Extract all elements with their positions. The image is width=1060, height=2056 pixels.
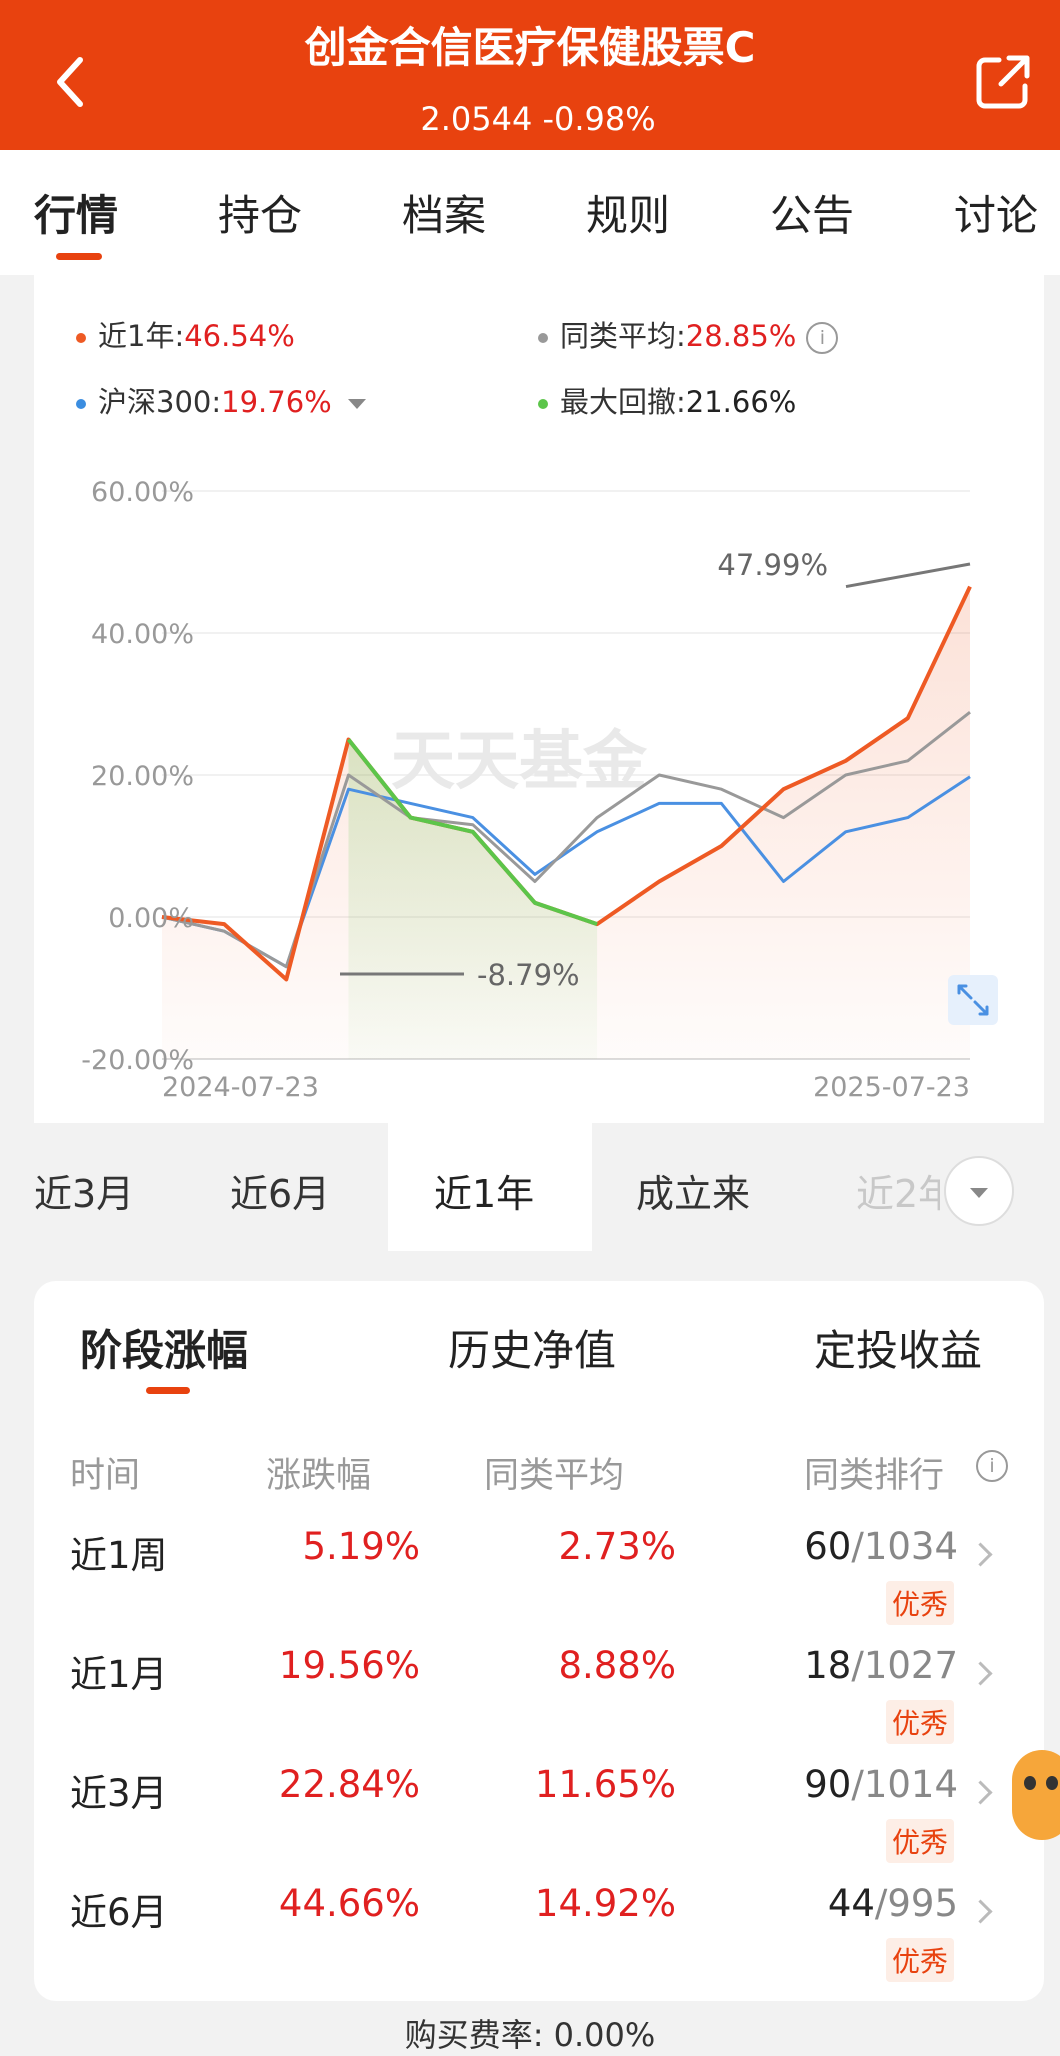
row2-avg: 8.88% <box>558 1644 676 1687</box>
row2-badge: 优秀 <box>886 1700 955 1744</box>
chevron-right-icon <box>968 1780 993 1805</box>
fullscreen-button[interactable] <box>948 975 998 1025</box>
chevron-right-icon <box>968 1899 993 1924</box>
x-tick-label: 2025-07-23 <box>813 1072 970 1103</box>
chevron-right-icon <box>968 1661 993 1686</box>
purchase-fee: 购买费率: 0.00% <box>404 2016 656 2054</box>
max-annotation-line <box>845 562 971 589</box>
row3-change: 22.84% <box>278 1763 420 1806</box>
row3-rank-total: /1014 <box>851 1763 958 1806</box>
main-tabbar: 行情 持仓 档案 规则 公告 讨论 <box>0 150 1060 275</box>
row4-period: 近6月 <box>70 1891 168 1934</box>
tab-discussion[interactable]: 讨论 <box>954 182 1038 243</box>
row4-rank-value: 44 <box>827 1882 875 1925</box>
row1-change: 5.19% <box>302 1525 420 1568</box>
tab-sip-return[interactable]: 定投收益 <box>814 1317 982 1378</box>
tab-period-return[interactable]: 阶段涨幅 <box>80 1317 248 1378</box>
row1-rank[interactable]: 60/1034 <box>804 1525 958 1568</box>
period-more-button[interactable] <box>944 1156 1014 1226</box>
row2-rank[interactable]: 18/1027 <box>804 1644 958 1687</box>
header-peer-rank: 同类排行 <box>804 1456 945 1496</box>
row2-rank-total: /1027 <box>851 1644 958 1687</box>
share-button[interactable] <box>975 54 1031 110</box>
chart-card: 近1年:46.54% 同类平均:28.85% i 沪深300:19.76% 最大回… <box>34 275 1044 1123</box>
mascot-float-icon[interactable] <box>1012 1750 1060 1840</box>
row1-period: 近1周 <box>70 1534 168 1577</box>
row4-rank-total: /995 <box>874 1882 958 1925</box>
tab-nav-history[interactable]: 历史净值 <box>448 1317 616 1378</box>
row1-rank-value: 60 <box>804 1525 852 1568</box>
chevron-down-icon <box>970 1188 988 1198</box>
min-annotation-label: -8.79% <box>477 958 580 992</box>
y-tick-label: 0.00% <box>108 903 194 934</box>
tab-rules[interactable]: 规则 <box>586 182 670 243</box>
mascot-eye <box>1024 1776 1036 1790</box>
period-3m[interactable]: 近3月 <box>34 1163 134 1218</box>
row4-badge: 优秀 <box>886 1938 955 1982</box>
row3-rank-value: 90 <box>804 1763 852 1806</box>
app-header: 创金合信医疗保健股票C 2.0544 -0.98% <box>0 0 1060 150</box>
row3-badge: 优秀 <box>886 1819 955 1863</box>
fund-nav-change: 2.0544 -0.98% <box>420 100 656 138</box>
tab-profile[interactable]: 档案 <box>402 182 486 243</box>
row2-change: 19.56% <box>278 1644 420 1687</box>
period-since-inception[interactable]: 成立来 <box>636 1163 750 1218</box>
header-peer-avg: 同类平均 <box>484 1456 625 1496</box>
row3-period: 近3月 <box>70 1772 168 1815</box>
row4-rank[interactable]: 44/995 <box>828 1882 958 1925</box>
header-change: 涨跌幅 <box>266 1456 372 1496</box>
max-annotation-label: 47.99% <box>717 548 828 582</box>
row4-change: 44.66% <box>278 1882 420 1925</box>
fund-title: 创金合信医疗保健股票C <box>304 23 756 72</box>
tab-announcements[interactable]: 公告 <box>770 182 854 243</box>
period-2y[interactable]: 近2年 <box>856 1163 940 1218</box>
chart-watermark: 天天基金 <box>391 725 648 799</box>
row2-rank-value: 18 <box>804 1644 852 1687</box>
x-tick-label: 2024-07-23 <box>162 1072 319 1103</box>
y-tick-label: 40.00% <box>91 619 194 650</box>
period-1y[interactable]: 近1年 <box>434 1163 534 1218</box>
rank-info-icon[interactable]: i <box>976 1450 1008 1482</box>
period-selector: 近3月 近6月 近1年 成立来 近2年 <box>34 1123 1044 1251</box>
tab-holdings[interactable]: 持仓 <box>218 182 302 243</box>
perf-tab-indicator <box>146 1387 190 1394</box>
y-tick-label: 60.00% <box>91 477 194 508</box>
chevron-right-icon <box>968 1542 993 1567</box>
y-tick-label: 20.00% <box>91 761 194 792</box>
period-6m[interactable]: 近6月 <box>230 1163 330 1218</box>
row1-badge: 优秀 <box>886 1581 955 1625</box>
header-time: 时间 <box>70 1456 141 1496</box>
performance-card: 阶段涨幅 历史净值 定投收益 时间 涨跌幅 同类平均 同类排行 i 近1周 5.… <box>34 1281 1044 2001</box>
row3-rank[interactable]: 90/1014 <box>804 1763 958 1806</box>
mascot-eye <box>1046 1776 1058 1790</box>
row2-period: 近1月 <box>70 1653 168 1696</box>
row1-rank-total: /1034 <box>851 1525 958 1568</box>
share-icon <box>976 55 1030 109</box>
performance-chart[interactable]: 天天基金 47.99% -8.79% 60.00% 40.00% 20.00% 0.0… <box>34 275 1044 1123</box>
tab-active-indicator <box>56 253 102 260</box>
row4-avg: 14.92% <box>534 1882 676 1925</box>
tab-market[interactable]: 行情 <box>34 182 118 243</box>
row1-avg: 2.73% <box>558 1525 676 1568</box>
row3-avg: 11.65% <box>534 1763 676 1806</box>
